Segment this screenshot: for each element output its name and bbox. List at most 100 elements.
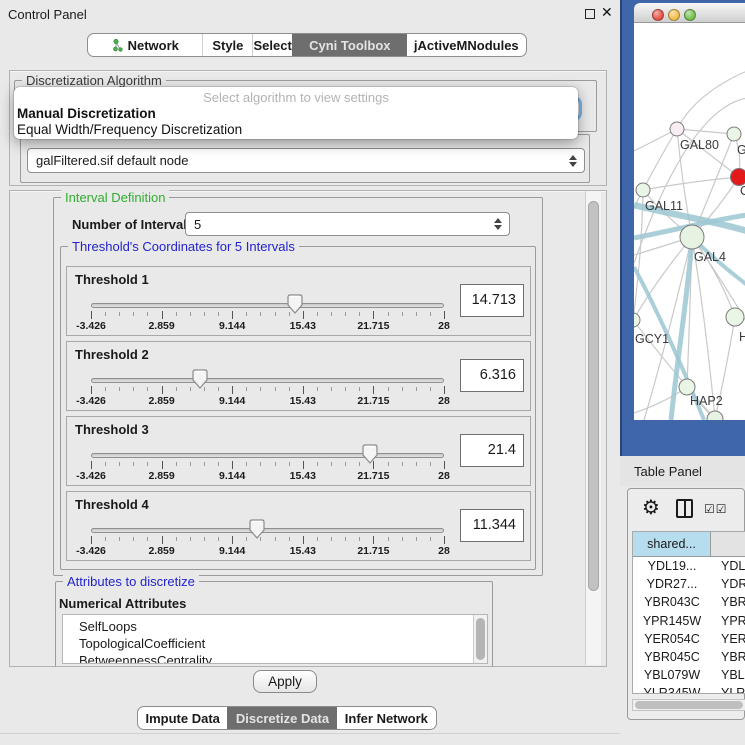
split-columns-icon[interactable] bbox=[676, 499, 693, 518]
network-node[interactable] bbox=[726, 308, 744, 326]
table-data-combobox[interactable]: galFiltered.sif default node bbox=[27, 148, 585, 173]
checkbox-icon[interactable]: ☑☑ bbox=[704, 502, 728, 516]
table-row[interactable]: YBR043CYBR0 bbox=[633, 593, 745, 611]
table-cell[interactable]: YER054C bbox=[633, 630, 711, 648]
number-of-intervals-combobox[interactable]: 5 bbox=[185, 212, 510, 236]
table-cell[interactable]: YDL1 bbox=[711, 557, 745, 575]
tab-style[interactable]: Style bbox=[202, 34, 252, 56]
minor-tick bbox=[331, 537, 332, 541]
threshold-slider-thumb[interactable] bbox=[362, 444, 378, 464]
minor-tick bbox=[260, 387, 261, 391]
table-cell[interactable]: YBL0 bbox=[711, 666, 745, 684]
attribute-list-item[interactable]: BetweennessCentrality bbox=[79, 652, 487, 664]
table-cell[interactable]: YDR27... bbox=[633, 575, 711, 593]
minor-tick bbox=[218, 537, 219, 541]
threshold-slider-track[interactable] bbox=[91, 303, 444, 308]
threshold-slider-thumb[interactable] bbox=[249, 519, 265, 539]
table-cell[interactable]: YDL19... bbox=[633, 557, 711, 575]
network-node[interactable] bbox=[636, 183, 650, 197]
network-node[interactable] bbox=[634, 313, 640, 327]
minor-tick bbox=[359, 462, 360, 466]
zoom-traffic-light[interactable] bbox=[684, 9, 696, 21]
bottom-tab-impute-data[interactable]: Impute Data bbox=[138, 707, 227, 729]
table-row[interactable]: YER054CYER0 bbox=[633, 630, 745, 648]
threshold-value-field[interactable]: 6.316 bbox=[460, 359, 524, 392]
major-tick bbox=[444, 536, 445, 544]
network-edge[interactable] bbox=[677, 71, 745, 129]
tab-cyni-toolbox[interactable]: Cyni Toolbox bbox=[292, 34, 406, 56]
table-cell[interactable]: YBL079W bbox=[633, 666, 711, 684]
tick-label: 15.43 bbox=[290, 545, 316, 557]
table-column-header[interactable]: na bbox=[711, 532, 745, 556]
threshold-value-field[interactable]: 11.344 bbox=[460, 509, 524, 542]
network-node[interactable] bbox=[731, 169, 745, 186]
table-row[interactable]: YDL19...YDL1 bbox=[633, 557, 745, 575]
float-window-icon[interactable] bbox=[585, 9, 595, 19]
minor-tick bbox=[402, 312, 403, 316]
network-edge[interactable] bbox=[643, 177, 739, 190]
table-cell[interactable]: YDR2 bbox=[711, 575, 745, 593]
close-icon[interactable]: ✕ bbox=[601, 4, 613, 21]
table-cell[interactable]: YLR345W bbox=[633, 684, 711, 694]
network-node[interactable] bbox=[680, 225, 704, 249]
minimize-traffic-light[interactable] bbox=[668, 9, 680, 21]
threshold-slider-thumb[interactable] bbox=[287, 294, 303, 314]
network-node[interactable] bbox=[679, 379, 695, 395]
table-cell[interactable]: YLR3 bbox=[711, 684, 745, 694]
network-canvas[interactable]: GAL80GACGAL11GAL4GCY1HHAP2 bbox=[634, 23, 745, 420]
attributes-scrollbar[interactable] bbox=[473, 615, 487, 663]
threshold-slider-track[interactable] bbox=[91, 378, 444, 383]
minor-tick bbox=[317, 312, 318, 316]
minor-tick bbox=[246, 387, 247, 391]
table-row[interactable]: YLR345WYLR3 bbox=[633, 684, 745, 694]
network-window-titlebar[interactable] bbox=[634, 3, 745, 23]
table-cell[interactable]: YBR0 bbox=[711, 593, 745, 611]
bottom-tab-discretize-data[interactable]: Discretize Data bbox=[227, 707, 336, 729]
network-edge[interactable] bbox=[634, 387, 687, 413]
table-column-header[interactable]: shared... bbox=[633, 532, 711, 556]
threshold-value-field[interactable]: 21.4 bbox=[460, 434, 524, 467]
tick-label: 15.43 bbox=[290, 395, 316, 407]
attribute-list-item[interactable]: TopologicalCoefficient bbox=[79, 635, 487, 652]
table-row[interactable]: YDR27...YDR2 bbox=[633, 575, 745, 593]
tab-network[interactable]: Network bbox=[88, 34, 202, 56]
slider-ticks bbox=[91, 461, 444, 470]
close-traffic-light[interactable] bbox=[652, 9, 664, 21]
table-cell[interactable]: YBR043C bbox=[633, 593, 711, 611]
threshold-slider-thumb[interactable] bbox=[192, 369, 208, 389]
attribute-list-item[interactable]: SelfLoops bbox=[79, 618, 487, 635]
node-table[interactable]: shared...na YDL19...YDL1YDR27...YDR2YBR0… bbox=[632, 531, 745, 694]
threshold-slider-track[interactable] bbox=[91, 528, 444, 533]
threshold-slider-track[interactable] bbox=[91, 453, 444, 458]
table-cell[interactable]: YPR145W bbox=[633, 612, 711, 630]
settings-scrollbar-thumb[interactable] bbox=[588, 201, 599, 591]
bottom-tab-infer-network[interactable]: Infer Network bbox=[337, 707, 436, 729]
minor-tick bbox=[388, 537, 389, 541]
settings-scrollbar[interactable] bbox=[585, 191, 601, 665]
gear-icon[interactable]: ⚙ bbox=[642, 495, 660, 520]
dropdown-option-equal-width-frequency[interactable]: Equal Width/Frequency Discretization bbox=[17, 122, 242, 137]
table-row[interactable]: YBL079WYBL0 bbox=[633, 666, 745, 684]
table-cell[interactable]: YER0 bbox=[711, 630, 745, 648]
table-row[interactable]: YPR145WYPR1 bbox=[633, 612, 745, 630]
numerical-attributes-list[interactable]: SelfLoopsTopologicalCoefficientBetweenne… bbox=[62, 614, 488, 664]
table-hscroll-thumb[interactable] bbox=[635, 701, 743, 709]
table-cell[interactable]: YPR1 bbox=[711, 612, 745, 630]
tab-jactivemnodules[interactable]: jActiveMNodules bbox=[407, 34, 526, 56]
network-node[interactable] bbox=[670, 122, 684, 136]
network-edge[interactable] bbox=[692, 237, 715, 419]
table-cell[interactable]: YBR0 bbox=[711, 648, 745, 666]
table-horizontal-scrollbar[interactable] bbox=[632, 699, 745, 711]
network-edge[interactable] bbox=[677, 129, 734, 134]
minor-tick bbox=[430, 537, 431, 541]
table-row[interactable]: YBR045CYBR0 bbox=[633, 648, 745, 666]
network-graph[interactable]: GAL80GACGAL11GAL4GCY1HHAP2 bbox=[634, 23, 745, 420]
threshold-value-field[interactable]: 14.713 bbox=[460, 284, 524, 317]
tab-select[interactable]: Select bbox=[252, 34, 292, 56]
dropdown-option-manual-discretization[interactable]: Manual Discretization bbox=[17, 106, 156, 121]
attributes-scrollbar-thumb[interactable] bbox=[476, 618, 485, 660]
table-cell[interactable]: YBR045C bbox=[633, 648, 711, 666]
threshold-panel-3: Threshold 3-3.4262.8599.14415.4321.71528… bbox=[66, 416, 531, 486]
network-node[interactable] bbox=[727, 127, 741, 141]
apply-button[interactable]: Apply bbox=[253, 670, 317, 693]
